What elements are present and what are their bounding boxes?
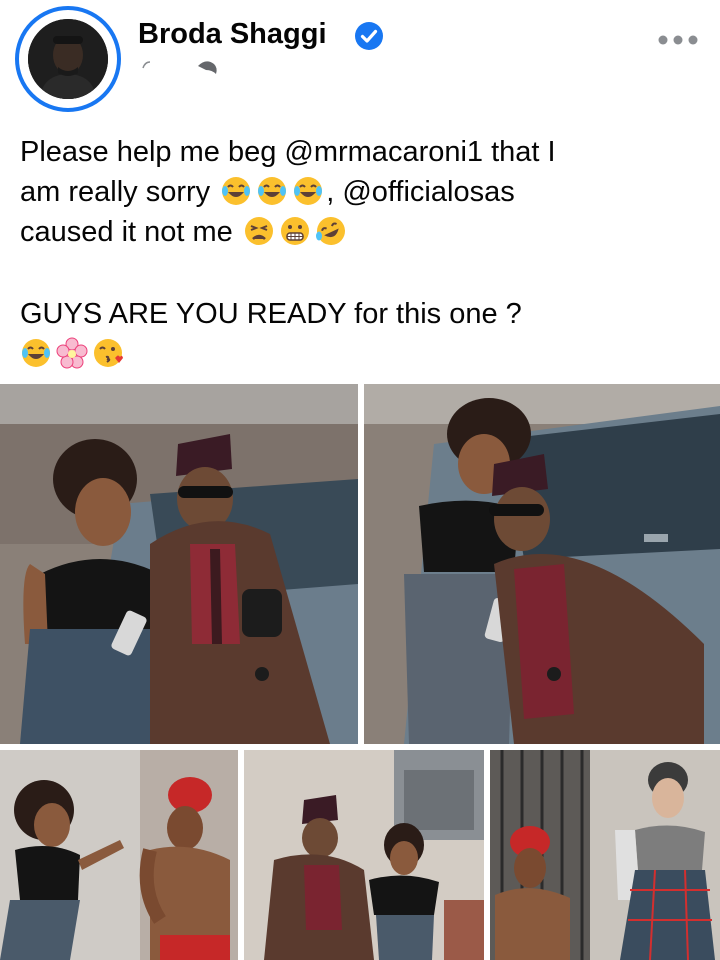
post-text-line-1: Please help me beg @mrmacaroni1 that I [20,136,556,168]
verified-badge-icon [354,21,384,51]
grimacing-face-icon [279,215,311,247]
post-text-line-3: caused it not me [20,212,700,252]
rolling-laughing-icon [315,215,347,247]
avatar[interactable] [28,19,108,99]
face-blowing-kiss-icon [92,337,124,369]
post-meta-icons [140,56,230,78]
post-text-line-2-text: am really sorry [20,176,211,208]
more-options-icon[interactable] [656,28,700,52]
photo-5[interactable] [490,750,720,960]
globe-icon [198,61,217,74]
photo-2[interactable] [364,384,720,744]
profile-avatar-ring[interactable] [15,6,121,112]
tears-of-joy-icon [256,175,288,207]
photo-3[interactable] [0,750,238,960]
tears-of-joy-icon [20,337,52,369]
weary-face-icon [243,215,275,247]
photo-1[interactable] [0,384,358,744]
post-text: Please help me beg @mrmacaroni1 that I a… [20,132,700,374]
post-text-line-2: am really sorry , @officialosas [20,172,700,212]
tears-of-joy-icon [220,175,252,207]
post-text-line-6 [20,334,700,374]
photo-4[interactable] [244,750,484,960]
post-text-line-5: GUYS ARE YOU READY for this one ? [20,298,522,330]
post-text-line-2b-text: , @officialosas [326,176,515,208]
post-text-line-3-text: caused it not me [20,216,233,248]
post-header: Broda Shaggi [0,0,720,112]
tears-of-joy-icon [292,175,324,207]
cherry-blossom-icon [56,337,88,369]
author-name[interactable]: Broda Shaggi [138,18,327,51]
